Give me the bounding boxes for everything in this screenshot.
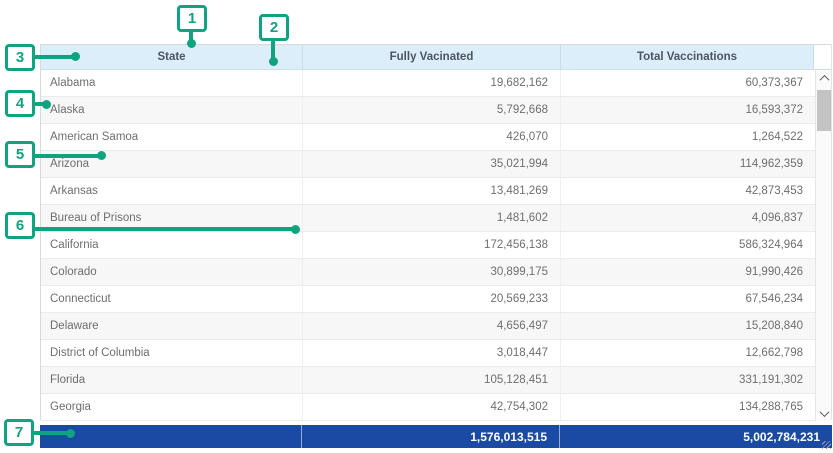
fully-vaccinated-cell: 1,481,602 <box>303 205 561 231</box>
annotation-marker-3: 3 <box>5 44 35 71</box>
table-row[interactable]: Connecticut 20,569,233 67,546,234 <box>41 286 815 313</box>
annotation-dot-5 <box>97 151 106 160</box>
state-cell: District of Columbia <box>41 340 303 366</box>
state-cell: Florida <box>41 367 303 393</box>
annotation-marker-2: 2 <box>259 14 289 41</box>
state-cell: Connecticut <box>41 286 303 312</box>
total-vaccinations-cell: 91,990,426 <box>561 259 815 285</box>
annotation-dot-3 <box>71 52 80 61</box>
annotation-stem-6 <box>33 227 293 231</box>
totals-fully-vaccinated-cell: 1,576,013,515 <box>302 425 560 448</box>
scroll-up-button[interactable] <box>816 70 832 86</box>
column-header-state[interactable]: State <box>41 45 303 69</box>
total-vaccinations-cell: 1,264,522 <box>561 124 815 150</box>
table-row[interactable]: Florida 105,128,451 331,191,302 <box>41 367 815 394</box>
scroll-down-button[interactable] <box>816 405 832 421</box>
fully-vaccinated-cell: 19,682,162 <box>303 70 561 96</box>
table-row[interactable]: Georgia 42,754,302 134,288,765 <box>41 394 815 421</box>
annotation-marker-6: 6 <box>5 212 35 239</box>
table-row[interactable]: Delaware 4,656,497 15,208,840 <box>41 313 815 340</box>
fully-vaccinated-cell: 4,656,497 <box>303 313 561 339</box>
total-vaccinations-cell: 331,191,302 <box>561 367 815 393</box>
total-vaccinations-cell: 134,288,765 <box>561 394 815 420</box>
annotation-stem-3 <box>33 55 73 59</box>
fully-vaccinated-cell: 3,018,447 <box>303 340 561 366</box>
fully-vaccinated-cell: 172,456,138 <box>303 232 561 258</box>
total-vaccinations-cell: 12,662,798 <box>561 340 815 366</box>
table-rows: Alabama 19,682,162 60,373,367 Alaska 5,7… <box>41 70 815 421</box>
fully-vaccinated-cell: 105,128,451 <box>303 367 561 393</box>
fully-vaccinated-cell: 13,481,269 <box>303 178 561 204</box>
annotation-dot-6 <box>291 225 300 234</box>
total-vaccinations-cell: 4,096,837 <box>561 205 815 231</box>
total-vaccinations-cell: 60,373,367 <box>561 70 815 96</box>
fully-vaccinated-cell: 35,021,994 <box>303 151 561 177</box>
table-row[interactable]: Arkansas 13,481,269 42,873,453 <box>41 178 815 205</box>
fully-vaccinated-cell: 30,899,175 <box>303 259 561 285</box>
totals-state-cell <box>40 425 302 448</box>
annotation-marker-7: 7 <box>4 419 34 446</box>
table-header-row: State Fully Vacinated Total Vaccinations <box>41 45 831 70</box>
state-cell: Colorado <box>41 259 303 285</box>
total-vaccinations-cell: 114,962,359 <box>561 151 815 177</box>
state-cell: Alaska <box>41 97 303 123</box>
table-row[interactable]: American Samoa 426,070 1,264,522 <box>41 124 815 151</box>
total-vaccinations-cell: 16,593,372 <box>561 97 815 123</box>
totals-total-vaccinations-cell: 5,002,784,231 <box>560 425 832 448</box>
state-cell: American Samoa <box>41 124 303 150</box>
annotation-dot-1 <box>187 39 196 48</box>
vertical-scrollbar[interactable] <box>815 70 831 421</box>
column-header-fully-vaccinated[interactable]: Fully Vacinated <box>303 45 561 69</box>
scrollbar-thumb[interactable] <box>817 90 831 131</box>
column-header-total-vaccinations[interactable]: Total Vaccinations <box>561 45 814 69</box>
annotation-dot-7 <box>66 429 75 438</box>
vaccination-table: State Fully Vacinated Total Vaccinations… <box>40 44 832 420</box>
state-cell: Georgia <box>41 394 303 420</box>
state-cell: Alabama <box>41 70 303 96</box>
total-vaccinations-cell: 67,546,234 <box>561 286 815 312</box>
table-row[interactable]: District of Columbia 3,018,447 12,662,79… <box>41 340 815 367</box>
fully-vaccinated-cell: 5,792,668 <box>303 97 561 123</box>
state-cell: Arkansas <box>41 178 303 204</box>
annotation-marker-5: 5 <box>5 141 35 168</box>
total-vaccinations-cell: 15,208,840 <box>561 313 815 339</box>
annotation-marker-1: 1 <box>177 5 207 32</box>
fully-vaccinated-cell: 20,569,233 <box>303 286 561 312</box>
chevron-up-icon <box>819 74 829 84</box>
annotation-marker-4: 4 <box>5 90 35 117</box>
totals-row: 1,576,013,515 5,002,784,231 <box>40 425 832 448</box>
annotation-dot-2 <box>269 57 278 66</box>
table-row[interactable]: Alaska 5,792,668 16,593,372 <box>41 97 815 124</box>
resize-grip[interactable] <box>822 441 831 449</box>
chevron-down-icon <box>819 407 829 417</box>
annotation-stem-5 <box>33 154 98 158</box>
fully-vaccinated-cell: 426,070 <box>303 124 561 150</box>
table-row[interactable]: Alabama 19,682,162 60,373,367 <box>41 70 815 97</box>
table-row[interactable]: California 172,456,138 586,324,964 <box>41 232 815 259</box>
table-row[interactable]: Colorado 30,899,175 91,990,426 <box>41 259 815 286</box>
state-cell: California <box>41 232 303 258</box>
table-row[interactable]: Arizona 35,021,994 114,962,359 <box>41 151 815 178</box>
total-vaccinations-cell: 42,873,453 <box>561 178 815 204</box>
table-body: Alabama 19,682,162 60,373,367 Alaska 5,7… <box>41 70 831 421</box>
annotation-dot-4 <box>42 100 51 109</box>
total-vaccinations-cell: 586,324,964 <box>561 232 815 258</box>
state-cell: Delaware <box>41 313 303 339</box>
fully-vaccinated-cell: 42,754,302 <box>303 394 561 420</box>
header-scrollbar-corner <box>814 45 831 69</box>
annotation-stem-7 <box>32 431 68 435</box>
